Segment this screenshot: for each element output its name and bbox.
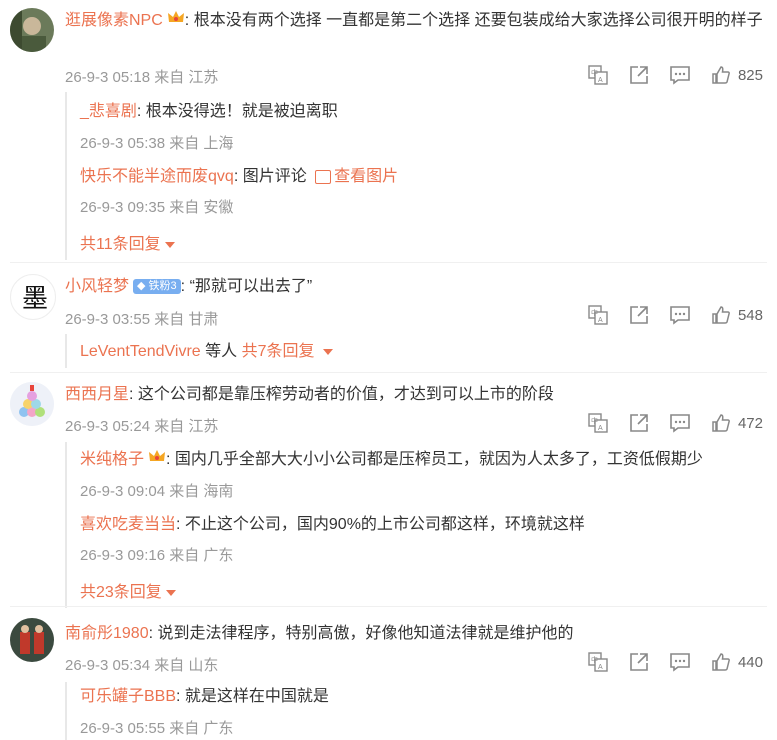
like-count: 440 — [737, 653, 763, 671]
comment-actions: 中A 472 — [568, 412, 763, 434]
comment-text: 这个公司都是靠压榨劳动者的价值，才达到可以上市的阶段 — [137, 386, 554, 403]
translate-icon[interactable]: 中A — [587, 304, 609, 326]
reply-item: _悲喜剧: 根本没得选！就是被迫离职 — [80, 103, 338, 120]
reply-author[interactable]: 喜欢吃麦当当 — [80, 516, 176, 533]
reply-text: 图片评论 — [242, 168, 307, 185]
image-icon — [315, 169, 332, 184]
reply-summary-text: 等人 — [205, 343, 238, 360]
share-icon[interactable] — [628, 651, 650, 673]
reply-text: 就是这样在中国就是 — [184, 688, 329, 705]
reply-list: _悲喜剧: 根本没得选！就是被迫离职 26-9-3 05:38 来自 上海 快乐… — [65, 92, 763, 260]
comment-actions: 中A 440 — [568, 651, 763, 673]
svg-text:A: A — [598, 664, 603, 671]
fan-badge: ◆ 铁粉3 — [133, 279, 181, 295]
avatar[interactable]: 墨 — [10, 274, 56, 320]
reply-item: 可乐罐子BBB: 就是这样在中国就是 — [80, 688, 329, 705]
like-count: 548 — [737, 306, 763, 324]
reply-summary: LeVentTendVivre 等人 共7条回复 — [65, 334, 763, 368]
comment-author[interactable]: 小风轻梦 — [65, 278, 129, 295]
caret-down-icon — [322, 348, 333, 355]
share-icon[interactable] — [628, 304, 650, 326]
like-icon[interactable] — [710, 304, 732, 326]
comment-icon[interactable] — [669, 304, 691, 326]
like-icon[interactable] — [710, 651, 732, 673]
diamond-icon: ◆ — [137, 280, 146, 293]
reply-text: 根本没得选！就是被迫离职 — [145, 103, 338, 120]
caret-down-icon — [165, 589, 176, 596]
comment-meta: 26-9-3 05:24 来自 江苏 — [65, 418, 219, 435]
caret-down-icon — [164, 241, 175, 248]
reply-text: 不止这个公司，国内90%的上市公司都这样，环境就这样 — [184, 516, 585, 533]
reply-author[interactable]: 可乐罐子BBB — [80, 688, 176, 705]
more-replies-button[interactable]: 共11条回复 — [80, 230, 175, 254]
more-replies-button[interactable]: 共7条回复 — [242, 343, 333, 360]
comment-icon[interactable] — [669, 651, 691, 673]
comment-text: “那就可以出去了” — [189, 278, 313, 295]
more-replies-button[interactable]: 共23条回复 — [80, 578, 176, 602]
reply-item: 米纯格子: 国内几乎全部大大小小公司都是压榨员工，就因为人太多了，工资低假期少 — [80, 448, 703, 472]
comment-icon[interactable] — [669, 64, 691, 86]
comment-actions: 中A 548 — [568, 304, 763, 326]
svg-text:A: A — [598, 317, 603, 324]
divider — [10, 606, 767, 607]
reply-list: 米纯格子: 国内几乎全部大大小小公司都是压榨员工，就因为人太多了，工资低假期少 … — [65, 442, 763, 608]
comment-meta: 26-9-3 05:34 来自 山东 — [65, 657, 219, 674]
crown-icon — [148, 448, 166, 472]
reply-list: 可乐罐子BBB: 就是这样在中国就是 26-9-3 05:55 来自 广东 — [65, 682, 763, 740]
translate-icon[interactable]: 中A — [587, 412, 609, 434]
like-icon[interactable] — [710, 412, 732, 434]
reply-author[interactable]: _悲喜剧 — [80, 103, 137, 120]
reply-author[interactable]: LeVentTendVivre — [80, 343, 201, 360]
translate-icon[interactable]: 中A — [587, 651, 609, 673]
comment-text: 说到走法律程序，特别高傲，好像他知道法律就是维护他的 — [157, 625, 574, 642]
comment-actions: 中A 825 — [568, 64, 763, 86]
svg-text:中: 中 — [591, 308, 598, 317]
share-icon[interactable] — [628, 412, 650, 434]
comment-icon[interactable] — [669, 412, 691, 434]
translate-icon[interactable]: 中A — [587, 64, 609, 86]
reply-author[interactable]: 快乐不能半途而废qvq — [80, 168, 234, 185]
reply-meta: 26-9-3 09:35 来自 安徽 — [80, 199, 234, 216]
reply-meta: 26-9-3 09:16 来自 广东 — [80, 547, 234, 564]
crown-icon — [167, 9, 185, 33]
divider — [10, 372, 767, 373]
share-icon[interactable] — [628, 64, 650, 86]
like-icon[interactable] — [710, 64, 732, 86]
comment-author[interactable]: 西西月星 — [65, 386, 129, 403]
reply-item: 喜欢吃麦当当: 不止这个公司，国内90%的上市公司都这样，环境就这样 — [80, 516, 585, 533]
comment-text: 根本没有两个选择 一直都是第二个选择 还要包装成给大家选择公司很开明的样子 — [193, 12, 763, 30]
reply-text: 国内几乎全部大大小小公司都是压榨员工，就因为人太多了，工资低假期少 — [174, 451, 703, 469]
svg-text:A: A — [598, 77, 603, 84]
reply-meta: 26-9-3 05:55 来自 广东 — [80, 720, 234, 737]
reply-item: 快乐不能半途而废qvq: 图片评论 查看图片 — [80, 168, 399, 185]
like-count: 472 — [737, 414, 763, 432]
svg-text:墨: 墨 — [22, 284, 48, 314]
view-image-link[interactable]: 查看图片 — [315, 168, 398, 185]
avatar[interactable] — [10, 8, 54, 52]
divider — [10, 262, 767, 263]
comment-meta: 26-9-3 05:18 来自 江苏 — [65, 69, 219, 86]
svg-text:中: 中 — [591, 68, 598, 77]
like-count: 825 — [737, 66, 763, 84]
svg-text:中: 中 — [591, 416, 598, 425]
reply-meta: 26-9-3 09:04 来自 海南 — [80, 483, 234, 500]
comment-author[interactable]: 南俞彤1980 — [65, 625, 149, 642]
avatar[interactable] — [10, 382, 54, 426]
comment-meta: 26-9-3 03:55 来自 甘肃 — [65, 311, 219, 328]
svg-text:中: 中 — [591, 655, 598, 664]
reply-author[interactable]: 米纯格子 — [80, 451, 144, 468]
avatar[interactable] — [10, 618, 54, 662]
reply-meta: 26-9-3 05:38 来自 上海 — [80, 135, 234, 152]
svg-text:A: A — [598, 425, 603, 432]
comment-author[interactable]: 逛展像素NPC — [65, 12, 163, 29]
